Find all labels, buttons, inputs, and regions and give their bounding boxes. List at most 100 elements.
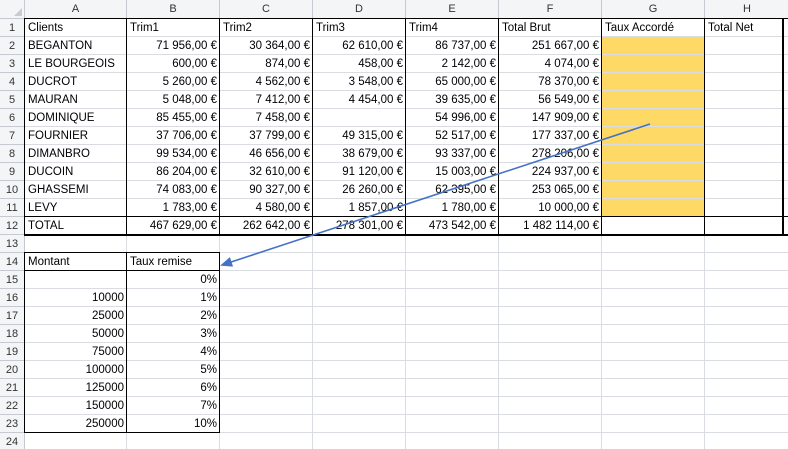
cell[interactable]: LEVY — [25, 199, 127, 217]
cell[interactable]: 25000 — [25, 307, 127, 325]
row-header-11[interactable]: 11 — [0, 199, 25, 217]
cell[interactable]: 4 580,00 € — [220, 199, 313, 217]
row-header-13[interactable]: 13 — [0, 235, 25, 253]
cell[interactable]: 4 074,00 € — [499, 55, 602, 73]
cell[interactable]: 39 635,00 € — [406, 91, 499, 109]
column-header-d[interactable]: D — [313, 0, 406, 19]
cell[interactable]: 278 206,00 € — [499, 145, 602, 163]
cell[interactable]: 10000 — [25, 289, 127, 307]
row-header-22[interactable]: 22 — [0, 397, 25, 415]
cell[interactable]: 224 937,00 € — [499, 163, 602, 181]
cell[interactable]: 600,00 € — [127, 55, 220, 73]
cell[interactable]: 1 780,00 € — [406, 199, 499, 217]
row-header-20[interactable]: 20 — [0, 361, 25, 379]
cell[interactable]: 93 337,00 € — [406, 145, 499, 163]
cell[interactable]: 71 956,00 € — [127, 37, 220, 55]
row-header-5[interactable]: 5 — [0, 91, 25, 109]
cell[interactable]: Total Net — [705, 19, 788, 37]
cell[interactable]: 250000 — [25, 415, 127, 433]
cell[interactable]: Clients — [25, 19, 127, 37]
cell[interactable]: 86 737,00 € — [406, 37, 499, 55]
cell[interactable]: 32 610,00 € — [220, 163, 313, 181]
cell[interactable]: 278 301,00 € — [313, 217, 406, 235]
cell[interactable]: 467 629,00 € — [127, 217, 220, 235]
row-header-19[interactable]: 19 — [0, 343, 25, 361]
spreadsheet-grid[interactable]: A B C D E F G H 1 2 3 4 5 6 7 8 9 10 11 12 13 14 15 16 17 18 19 20 2… — [0, 0, 788, 449]
column-header-c[interactable]: C — [220, 0, 313, 19]
row-header-24[interactable]: 24 — [0, 433, 25, 449]
cell[interactable]: 2 142,00 € — [406, 55, 499, 73]
cell[interactable]: 1 857,00 € — [313, 199, 406, 217]
cell[interactable]: 56 549,00 € — [499, 91, 602, 109]
row-header-15[interactable]: 15 — [0, 271, 25, 289]
cell[interactable]: TOTAL — [25, 217, 127, 235]
column-header-e[interactable]: E — [406, 0, 499, 19]
cell[interactable]: 874,00 € — [220, 55, 313, 73]
column-header-a[interactable]: A — [25, 0, 127, 19]
row-header-12[interactable]: 12 — [0, 217, 25, 235]
row-header-9[interactable]: 9 — [0, 163, 25, 181]
cell[interactable]: 1% — [127, 289, 220, 307]
cell[interactable]: 37 799,00 € — [220, 127, 313, 145]
cell[interactable]: 4 562,00 € — [220, 73, 313, 91]
cell[interactable]: 90 327,00 € — [220, 181, 313, 199]
row-header-16[interactable]: 16 — [0, 289, 25, 307]
row-header-7[interactable]: 7 — [0, 127, 25, 145]
cell[interactable]: FOURNIER — [25, 127, 127, 145]
cell[interactable]: 125000 — [25, 379, 127, 397]
cell[interactable]: DUCOIN — [25, 163, 127, 181]
cell[interactable]: 38 679,00 € — [313, 145, 406, 163]
cell[interactable]: 78 370,00 € — [499, 73, 602, 91]
row-header-4[interactable]: 4 — [0, 73, 25, 91]
row-header-6[interactable]: 6 — [0, 109, 25, 127]
cell[interactable]: LE BOURGEOIS — [25, 55, 127, 73]
cell[interactable]: 147 909,00 € — [499, 109, 602, 127]
cell[interactable]: 46 656,00 € — [220, 145, 313, 163]
select-all-corner[interactable] — [0, 0, 25, 19]
cell[interactable]: 62 395,00 € — [406, 181, 499, 199]
cell[interactable]: 91 120,00 € — [313, 163, 406, 181]
cell[interactable]: BEGANTON — [25, 37, 127, 55]
cell[interactable]: 1 482 114,00 € — [499, 217, 602, 235]
cell[interactable]: 86 204,00 € — [127, 163, 220, 181]
row-header-3[interactable]: 3 — [0, 55, 25, 73]
cell[interactable]: Montant — [25, 253, 127, 271]
row-header-2[interactable]: 2 — [0, 37, 25, 55]
cell[interactable]: 100000 — [25, 361, 127, 379]
cell[interactable]: 49 315,00 € — [313, 127, 406, 145]
cell[interactable]: Total Brut — [499, 19, 602, 37]
cell[interactable]: 52 517,00 € — [406, 127, 499, 145]
cell[interactable]: 5% — [127, 361, 220, 379]
row-header-1[interactable]: 1 — [0, 19, 25, 37]
cell[interactable]: 50000 — [25, 325, 127, 343]
cell[interactable]: Trim2 — [220, 19, 313, 37]
cell[interactable]: 473 542,00 € — [406, 217, 499, 235]
cell[interactable]: MAURAN — [25, 91, 127, 109]
row-header-23[interactable]: 23 — [0, 415, 25, 433]
cell[interactable]: 2% — [127, 307, 220, 325]
column-header-f[interactable]: F — [499, 0, 602, 19]
cell[interactable]: 10% — [127, 415, 220, 433]
cell[interactable]: 26 260,00 € — [313, 181, 406, 199]
cell[interactable]: 4% — [127, 343, 220, 361]
cell[interactable]: 253 065,00 € — [499, 181, 602, 199]
cell[interactable]: Trim3 — [313, 19, 406, 37]
cell[interactable]: 54 996,00 € — [406, 109, 499, 127]
cell[interactable]: 99 534,00 € — [127, 145, 220, 163]
cell[interactable]: 6% — [127, 379, 220, 397]
cell[interactable]: 75000 — [25, 343, 127, 361]
cell[interactable]: 37 706,00 € — [127, 127, 220, 145]
row-header-10[interactable]: 10 — [0, 181, 25, 199]
cell[interactable]: GHASSEMI — [25, 181, 127, 199]
cell[interactable]: Trim1 — [127, 19, 220, 37]
cell[interactable]: 150000 — [25, 397, 127, 415]
row-header-21[interactable]: 21 — [0, 379, 25, 397]
row-header-17[interactable]: 17 — [0, 307, 25, 325]
column-header-h[interactable]: H — [705, 0, 788, 19]
row-header-14[interactable]: 14 — [0, 253, 25, 271]
cell[interactable]: 5 048,00 € — [127, 91, 220, 109]
cell[interactable]: DUCROT — [25, 73, 127, 91]
taux-accorde-range[interactable] — [602, 37, 705, 217]
cell[interactable]: 177 337,00 € — [499, 127, 602, 145]
cell[interactable]: 62 610,00 € — [313, 37, 406, 55]
